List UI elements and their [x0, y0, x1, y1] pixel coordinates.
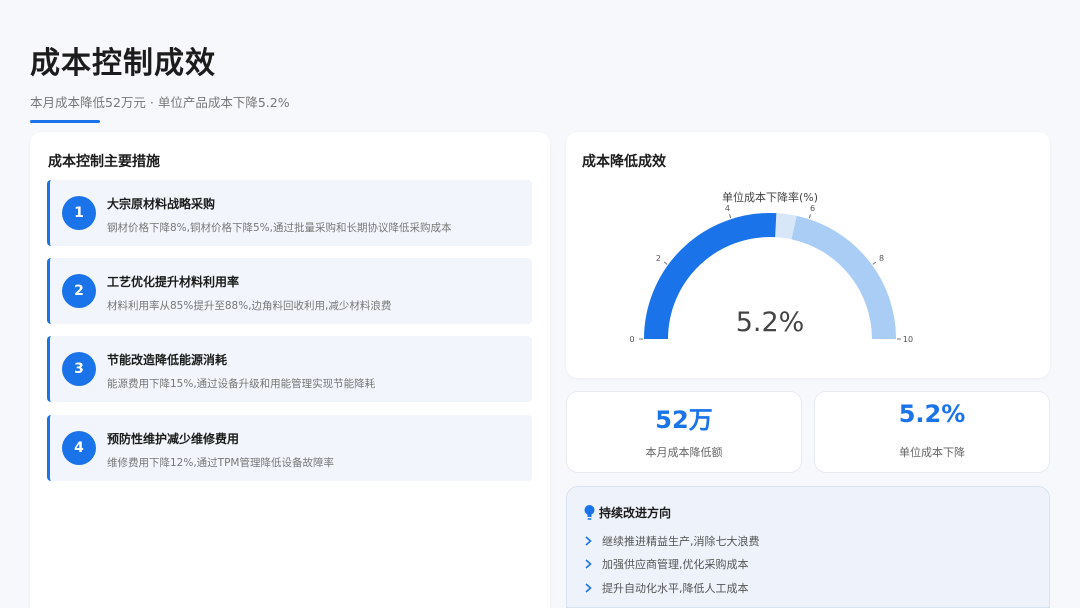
measure-number-badge: 2 [62, 274, 96, 308]
measure-number-badge: 1 [62, 196, 96, 230]
improvement-item-text: 提升自动化水平,降低人工成本 [602, 582, 749, 595]
lightbulb-icon [584, 505, 595, 520]
title-underline [30, 120, 100, 123]
measure-description: 材料利用率从85%提升至88%,边角料回收利用,减少材料浪费 [107, 300, 392, 312]
improvement-item: 提升自动化水平,降低人工成本 [584, 580, 749, 596]
gauge-tick-label: 2 [656, 254, 661, 263]
gauge-tick-label: 4 [725, 204, 730, 213]
page-title: 成本控制成效 [30, 46, 216, 81]
improvement-card: 持续改进方向 继续推进精益生产,消除七大浪费 加强供应商管理,优化采购成本 提升… [566, 486, 1050, 608]
chevron-right-icon [585, 583, 592, 593]
gauge-value-text: 5.2% [736, 307, 805, 338]
gauge-tick-label: 8 [879, 254, 884, 263]
stat-card-reduction-amount: 52万 本月成本降低额 [566, 391, 802, 473]
measure-description: 能源费用下降15%,通过设备升级和用能管理实现节能降耗 [107, 378, 376, 390]
improvement-header: 持续改进方向 [583, 504, 671, 521]
measure-item-3: 3 节能改造降低能源消耗 能源费用下降15%,通过设备升级和用能管理实现节能降耗 [47, 336, 532, 402]
measure-title: 预防性维护减少维修费用 [107, 432, 240, 446]
improvement-item-text: 加强供应商管理,优化采购成本 [602, 558, 749, 571]
page-header: 成本控制成效 本月成本降低52万元 · 单位产品成本下降5.2% [30, 44, 290, 123]
gauge-title: 单位成本下降率(%) [722, 190, 818, 204]
gauge-card: 成本降低成效 单位成本下降率(%) 0 2 4 6 8 10 5.2% [566, 132, 1050, 378]
stat-value: 52万 [655, 406, 713, 434]
improvement-item-text: 继续推进精益生产,消除七大浪费 [602, 535, 760, 548]
stat-label: 单位成本下降 [899, 446, 965, 459]
measure-description: 维修费用下降12%,通过TPM管理降低设备故障率 [107, 457, 334, 469]
stat-value: 5.2% [898, 400, 966, 428]
measures-card-title: 成本控制主要措施 [48, 154, 160, 170]
gauge-tick-label: 6 [810, 204, 815, 213]
gauge-tick-mark [808, 214, 811, 219]
measure-item-4: 4 预防性维护减少维修费用 维修费用下降12%,通过TPM管理降低设备故障率 [47, 415, 532, 481]
gauge-tick-mark [663, 261, 668, 265]
measure-number-badge: 3 [62, 352, 96, 386]
improvement-title: 持续改进方向 [599, 506, 672, 520]
gauge-tick-label: 0 [629, 335, 634, 344]
page-subtitle: 本月成本降低52万元 · 单位产品成本下降5.2% [30, 95, 290, 110]
measure-title: 节能改造降低能源消耗 [107, 353, 228, 367]
dashboard-page: 成本控制成效 本月成本降低52万元 · 单位产品成本下降5.2% 成本控制主要措… [0, 0, 1080, 608]
gauge-chart: 单位成本下降率(%) 0 2 4 6 8 10 5.2% [629, 190, 913, 344]
stat-label: 本月成本降低额 [645, 446, 723, 459]
gauge-rest-arc [791, 215, 896, 340]
stat-card-unit-cost-decline: 5.2% 单位成本下降 [814, 391, 1050, 473]
measure-item-2: 2 工艺优化提升材料利用率 材料利用率从85%提升至88%,边角料回收利用,减少… [47, 258, 532, 324]
gauge-tick-mark [872, 261, 877, 265]
measure-title: 大宗原材料战略采购 [107, 197, 216, 211]
measures-card: 成本控制主要措施 1 大宗原材料战略采购 钢材价格下降8%,铜材价格下降5%,通… [30, 132, 550, 608]
improvement-item: 继续推进精益生产,消除七大浪费 [584, 533, 760, 549]
gauge-tick-label: 10 [903, 335, 913, 344]
improvement-item: 加强供应商管理,优化采购成本 [584, 556, 749, 572]
measure-description: 钢材价格下降8%,铜材价格下降5%,通过批量采购和长期协议降低采购成本 [107, 222, 452, 234]
gauge-tick-mark [729, 214, 732, 219]
measure-item-1: 1 大宗原材料战略采购 钢材价格下降8%,铜材价格下降5%,通过批量采购和长期协… [47, 180, 532, 246]
measure-title: 工艺优化提升材料利用率 [107, 275, 240, 289]
chevron-right-icon [585, 559, 592, 569]
chevron-right-icon [585, 536, 592, 546]
measure-number-badge: 4 [62, 431, 96, 465]
